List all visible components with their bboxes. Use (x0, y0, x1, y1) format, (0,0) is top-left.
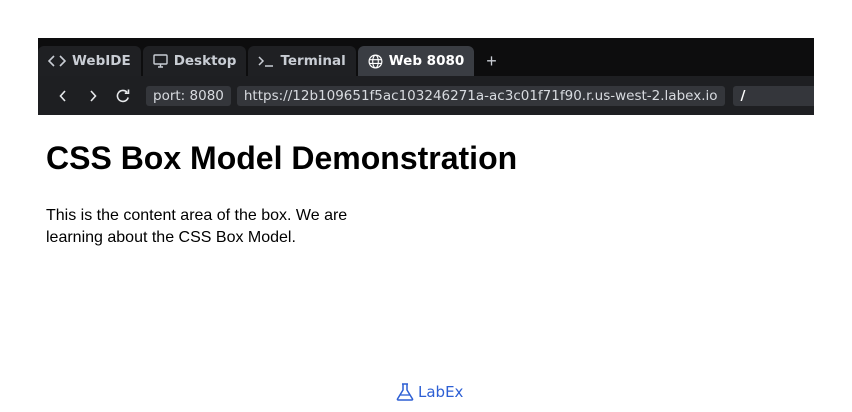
globe-icon (368, 54, 383, 69)
back-button[interactable] (48, 89, 78, 102)
terminal-icon (258, 55, 274, 67)
reload-icon (116, 89, 130, 102)
port-badge[interactable]: port: 8080 (146, 85, 231, 106)
tab-terminal[interactable]: Terminal (248, 46, 356, 76)
tab-web-8080[interactable]: Web 8080 (357, 46, 475, 76)
url-field[interactable]: https://12b109651f5ac103246271a-ac3c01f7… (236, 85, 725, 106)
chevron-right-icon (90, 89, 97, 102)
tab-label: Terminal (280, 53, 346, 69)
forward-button[interactable] (78, 89, 108, 102)
content-box: This is the content area of the box. We … (46, 207, 348, 246)
reload-button[interactable] (108, 88, 138, 104)
tab-desktop[interactable]: Desktop (142, 46, 247, 76)
labex-logo: LabEx (395, 382, 463, 402)
tab-label: Desktop (173, 53, 237, 69)
chevron-left-icon (59, 89, 66, 102)
address-bar: port: 8080 https://12b109651f5ac10324627… (38, 76, 814, 115)
page-title: CSS Box Model Demonstration (46, 140, 518, 176)
new-tab-button[interactable]: + (476, 46, 507, 76)
monitor-icon (152, 54, 168, 68)
tab-label: WebIDE (72, 53, 131, 69)
brand-name: LabEx (418, 383, 464, 401)
tab-bar: WebIDE Desktop Terminal Web 8080 + (38, 46, 814, 76)
flask-icon (396, 383, 414, 401)
code-icon (48, 55, 66, 67)
path-input[interactable]: / (732, 85, 814, 106)
tab-label: Web 8080 (388, 53, 465, 69)
browser-frame: WebIDE Desktop Terminal Web 8080 + port:… (38, 38, 814, 115)
tab-webide[interactable]: WebIDE (38, 46, 141, 76)
